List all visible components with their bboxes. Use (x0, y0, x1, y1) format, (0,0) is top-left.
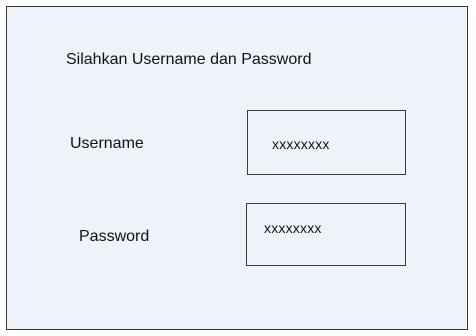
login-form-panel: Silahkan Username dan Password Username … (6, 6, 468, 330)
form-heading: Silahkan Username dan Password (66, 51, 312, 68)
username-label: Username (70, 135, 144, 152)
password-label: Password (79, 228, 150, 245)
username-value: xxxxxxxx (272, 136, 330, 152)
password-field[interactable]: xxxxxxxx (246, 203, 406, 266)
password-value: xxxxxxxx (264, 220, 322, 236)
username-field[interactable]: xxxxxxxx (247, 110, 406, 175)
